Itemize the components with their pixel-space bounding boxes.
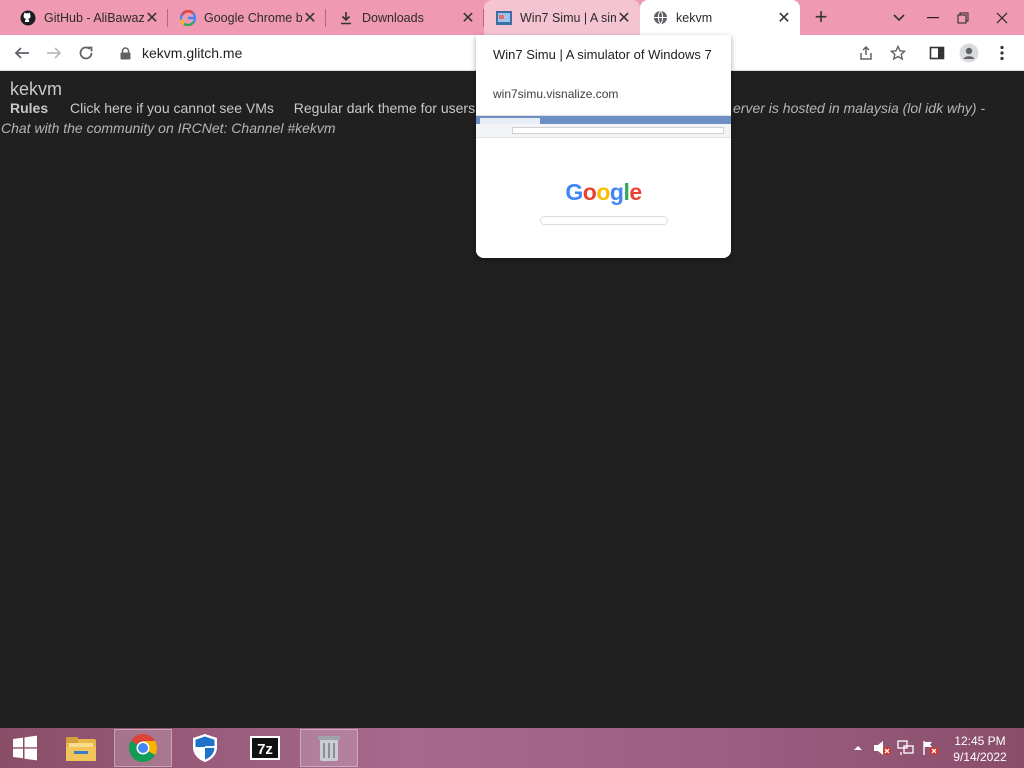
community-chat-notice: Chat with the community on IRCNet: Chann… xyxy=(1,120,336,136)
profile-avatar-icon[interactable] xyxy=(955,39,983,67)
globe-icon xyxy=(652,10,668,26)
tab-chrome-blog[interactable]: Google Chrome blog ✕ xyxy=(168,0,326,35)
hover-card-domain: win7simu.visnalize.com xyxy=(493,87,619,101)
close-window-button[interactable] xyxy=(980,0,1024,35)
start-icon[interactable] xyxy=(0,728,50,768)
minimize-button[interactable] xyxy=(916,0,950,35)
show-hidden-icons-chevron-icon[interactable] xyxy=(850,728,866,768)
close-icon[interactable]: ✕ xyxy=(144,10,160,27)
recycle-icon[interactable] xyxy=(300,729,358,767)
dark-theme-link[interactable]: Regular dark theme for users w xyxy=(294,100,489,116)
network-icon[interactable] xyxy=(895,728,917,768)
system-clock[interactable]: 12:45 PM 9/14/2022 xyxy=(940,733,1020,765)
close-icon[interactable]: ✕ xyxy=(616,10,632,27)
side-panel-icon[interactable] xyxy=(923,39,951,67)
share-icon[interactable] xyxy=(852,39,880,67)
restore-button[interactable] xyxy=(946,0,980,35)
svg-text:7z: 7z xyxy=(257,741,273,758)
clock-time: 12:45 PM xyxy=(954,734,1006,748)
forward-button[interactable] xyxy=(40,39,68,67)
google-icon xyxy=(180,9,196,26)
lock-icon[interactable] xyxy=(118,46,132,60)
volume-muted-icon[interactable] xyxy=(870,728,894,768)
action-center-flag-icon[interactable] xyxy=(919,728,941,768)
tab-github[interactable]: GitHub - AliBawazeer ✕ xyxy=(8,0,168,35)
close-icon[interactable]: ✕ xyxy=(302,10,318,27)
site-nav: Rules Click here if you cannot see VMs R… xyxy=(10,100,505,116)
thumbnail-search-box xyxy=(540,216,668,225)
tab-hover-card: Win7 Simu | A simulator of Windows 7 win… xyxy=(476,35,731,258)
thumbnail-omnibox xyxy=(512,127,724,134)
reload-button[interactable] xyxy=(72,39,100,67)
hover-card-title: Win7 Simu | A simulator of Windows 7 xyxy=(493,47,712,62)
taskbar: 7z 12:45 PM 9/14/2022 xyxy=(0,728,1024,768)
tab-title: GitHub - AliBawazeer xyxy=(44,10,144,25)
server-location-notice: erver is hosted in malaysia (lol idk why… xyxy=(733,100,986,116)
tab-strip: GitHub - AliBawazeer ✕ Google Chrome blo… xyxy=(0,0,1024,35)
back-button[interactable] xyxy=(8,39,36,67)
close-icon[interactable]: ✕ xyxy=(776,10,792,27)
file-explorer-icon[interactable] xyxy=(52,729,110,767)
defender-icon[interactable] xyxy=(176,729,234,767)
site-title: kekvm xyxy=(10,79,63,99)
url-text[interactable]: kekvm.glitch.me xyxy=(142,45,242,61)
tab-title: Win7 Simu | A simulator of Windows 7 xyxy=(520,10,616,25)
rules-link[interactable]: Rules xyxy=(10,100,48,116)
clock-date: 9/14/2022 xyxy=(953,750,1007,764)
new-tab-button[interactable]: + xyxy=(808,4,834,30)
hover-card-thumbnail: Google xyxy=(476,115,731,258)
tab-kekvm[interactable]: kekvm ✕ xyxy=(640,0,800,35)
bookmark-star-icon[interactable] xyxy=(884,39,912,67)
tab-search-chevron-icon[interactable] xyxy=(882,0,916,35)
cannot-see-vms-link[interactable]: Click here if you cannot see VMs xyxy=(70,100,274,116)
github-icon xyxy=(20,10,36,26)
close-icon[interactable]: ✕ xyxy=(460,10,476,27)
tab-downloads[interactable]: Downloads ✕ xyxy=(326,0,484,35)
menu-kebab-icon[interactable] xyxy=(988,39,1016,67)
download-icon xyxy=(338,10,354,26)
tab-title: Downloads xyxy=(362,10,424,25)
chrome-icon[interactable] xyxy=(114,729,172,767)
win7-favicon xyxy=(496,10,512,26)
7zip-icon[interactable]: 7z xyxy=(236,729,294,767)
tab-win7simu[interactable]: Win7 Simu | A simulator of Windows 7 ✕ xyxy=(484,0,640,35)
thumbnail-google-logo: Google xyxy=(565,179,642,205)
tab-title: Google Chrome blog xyxy=(204,10,302,25)
tab-title: kekvm xyxy=(676,10,713,25)
